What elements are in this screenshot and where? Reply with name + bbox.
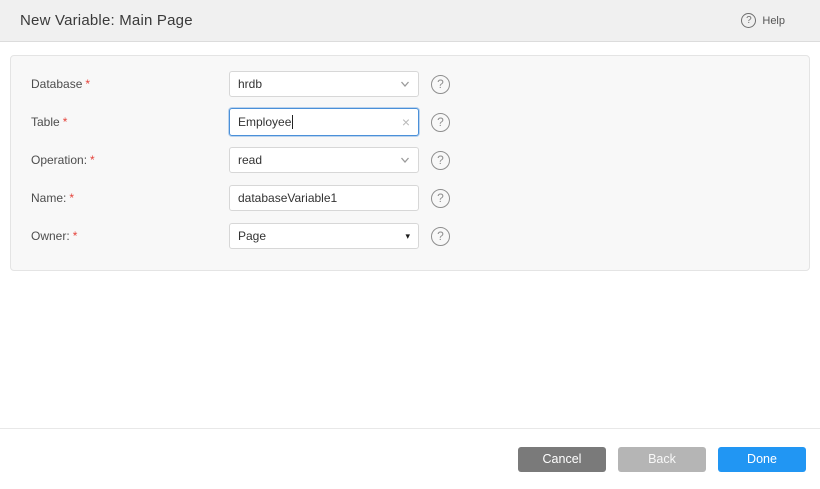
- back-button[interactable]: Back: [618, 447, 706, 472]
- footer-buttons: Cancel Back Done: [518, 447, 806, 472]
- table-label-text: Table: [31, 115, 60, 129]
- operation-label-text: Operation:: [31, 153, 88, 167]
- name-input[interactable]: databaseVariable1: [229, 185, 419, 211]
- owner-label-text: Owner:: [31, 229, 70, 243]
- page-title: New Variable: Main Page: [20, 12, 193, 29]
- table-input[interactable]: Employee ×: [229, 108, 419, 136]
- name-input-value: databaseVariable1: [238, 191, 338, 205]
- name-label: Name: *: [31, 191, 229, 205]
- form-row-operation: Operation: * read ?: [31, 147, 809, 173]
- form-row-owner: Owner: * Page ▾ ?: [31, 223, 809, 249]
- owner-help-icon[interactable]: ?: [431, 226, 450, 246]
- operation-dropdown-value: read: [238, 153, 263, 167]
- help-circle-icon: ?: [741, 13, 757, 28]
- database-label: Database *: [31, 77, 229, 91]
- form-row-table: Table * Employee × ?: [31, 108, 809, 136]
- database-dropdown[interactable]: hrdb: [229, 71, 419, 97]
- owner-select-value: Page: [238, 229, 267, 243]
- operation-help-icon[interactable]: ?: [431, 150, 450, 170]
- table-label: Table *: [31, 115, 229, 129]
- table-help-icon[interactable]: ?: [431, 112, 450, 132]
- table-input-value: Employee: [238, 115, 402, 130]
- footer-divider: [0, 428, 820, 429]
- operation-label: Operation: *: [31, 153, 229, 167]
- database-dropdown-value: hrdb: [238, 77, 263, 91]
- database-label-text: Database: [31, 77, 83, 91]
- name-label-text: Name:: [31, 191, 67, 205]
- done-button[interactable]: Done: [718, 447, 806, 472]
- clear-icon[interactable]: ×: [402, 115, 410, 129]
- owner-select[interactable]: Page ▾: [229, 223, 419, 249]
- form-row-name: Name: * databaseVariable1 ?: [31, 185, 809, 211]
- new-variable-form-panel: Database * hrdb ? Table * Employee × ? Ope…: [10, 55, 810, 271]
- chevron-down-icon: [400, 155, 410, 165]
- required-marker: *: [62, 115, 68, 129]
- owner-label: Owner: *: [31, 229, 229, 243]
- cancel-button[interactable]: Cancel: [518, 447, 606, 472]
- dialog-header: New Variable: Main Page ? Help: [0, 0, 820, 42]
- help-link-label: Help: [762, 14, 785, 27]
- help-link[interactable]: ? Help: [741, 13, 785, 28]
- select-arrow-icon: ▾: [405, 230, 410, 241]
- required-marker: *: [69, 191, 75, 205]
- name-help-icon[interactable]: ?: [431, 188, 450, 208]
- chevron-down-icon: [400, 79, 410, 89]
- operation-dropdown[interactable]: read: [229, 147, 419, 173]
- database-help-icon[interactable]: ?: [431, 74, 450, 94]
- table-input-text: Employee: [238, 114, 292, 129]
- required-marker: *: [72, 229, 78, 243]
- text-cursor: [292, 115, 294, 130]
- required-marker: *: [90, 153, 95, 167]
- required-marker: *: [85, 77, 91, 91]
- form-row-database: Database * hrdb ?: [31, 71, 809, 97]
